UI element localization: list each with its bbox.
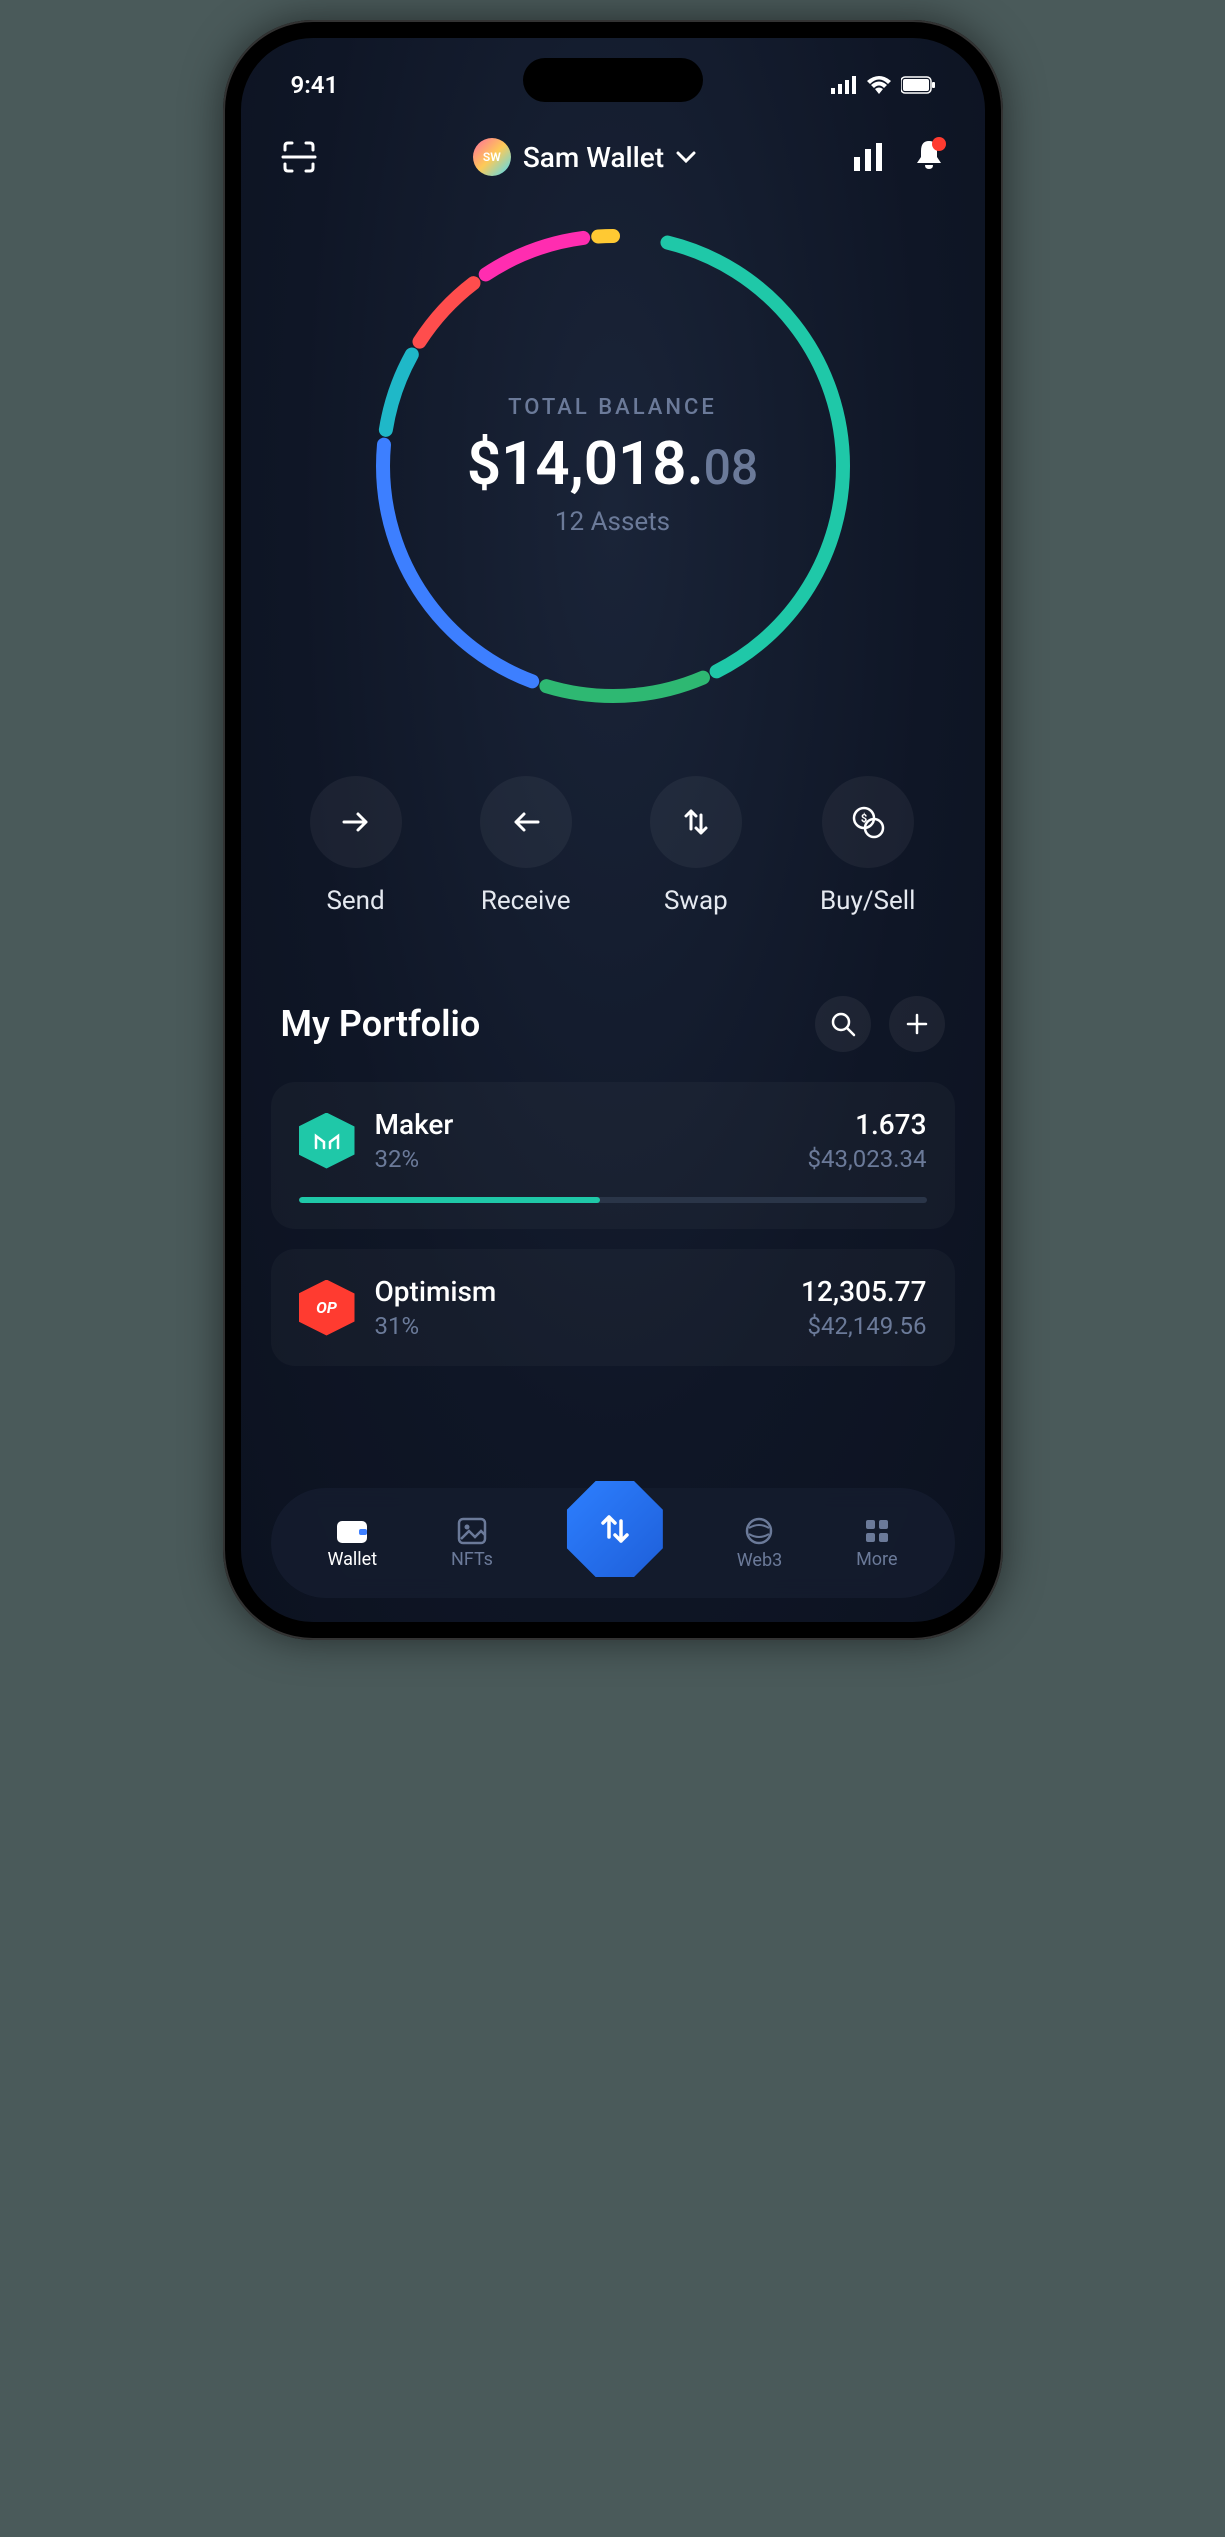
asset-list: Maker 32% 1.673 $43,023.34 OP Optimi [241, 1072, 985, 1376]
balance-amount: $14,018.08 [467, 428, 758, 499]
add-button[interactable] [889, 996, 945, 1052]
plus-icon [905, 1012, 929, 1036]
asset-pct: 31% [375, 1312, 782, 1340]
portfolio-title: My Portfolio [281, 1003, 481, 1045]
chevron-down-icon [676, 151, 696, 163]
asset-card[interactable]: Maker 32% 1.673 $43,023.34 [271, 1082, 955, 1229]
asset-progress [299, 1197, 927, 1203]
asset-card[interactable]: OP Optimism 31% 12,305.77 $42,149.56 [271, 1249, 955, 1366]
asset-name: Optimism [375, 1275, 782, 1308]
arrow-right-icon [340, 810, 372, 834]
status-icons [831, 76, 935, 94]
swap-center-icon [595, 1509, 635, 1549]
wallet-icon [335, 1517, 369, 1545]
chart-icon[interactable] [852, 143, 884, 171]
asset-amount: 12,305.77 [801, 1275, 926, 1308]
status-time: 9:41 [291, 71, 339, 99]
wallet-avatar: SW [473, 138, 511, 176]
assets-count: 12 Assets [467, 507, 758, 537]
asset-name: Maker [375, 1108, 788, 1141]
portfolio-header: My Portfolio [241, 946, 985, 1072]
nav-more[interactable]: More [856, 1517, 897, 1570]
maker-icon [299, 1113, 355, 1169]
bottom-nav: Wallet NFTs Web3 More [271, 1488, 955, 1598]
receive-button[interactable]: Receive [480, 776, 572, 916]
asset-usd: $42,149.56 [801, 1312, 926, 1340]
swap-button[interactable]: Swap [650, 776, 742, 916]
nav-web3[interactable]: Web3 [737, 1516, 782, 1571]
nav-nfts[interactable]: NFTs [451, 1517, 493, 1570]
search-button[interactable] [815, 996, 871, 1052]
asset-pct: 32% [375, 1145, 788, 1173]
phone-frame: 9:41 SW Sam Wallet [223, 20, 1003, 1640]
wifi-icon [867, 76, 891, 94]
screen: 9:41 SW Sam Wallet [241, 38, 985, 1622]
scan-icon[interactable] [281, 139, 317, 175]
balance-label: TOTAL BALANCE [467, 395, 758, 420]
optimism-icon: OP [299, 1280, 355, 1336]
balance-donut: TOTAL BALANCE $14,018.08 12 Assets [241, 196, 985, 726]
dynamic-island [523, 58, 703, 102]
app-header: SW Sam Wallet [241, 108, 985, 196]
send-button[interactable]: Send [310, 776, 402, 916]
search-icon [830, 1011, 856, 1037]
globe-icon [744, 1516, 774, 1546]
wallet-name: Sam Wallet [523, 141, 664, 174]
signal-icon [831, 76, 857, 94]
wallet-selector[interactable]: SW Sam Wallet [473, 138, 696, 176]
buysell-button[interactable]: $ Buy/Sell [820, 776, 915, 916]
arrow-left-icon [510, 810, 542, 834]
grid-icon [863, 1517, 891, 1545]
asset-usd: $43,023.34 [808, 1145, 927, 1173]
coin-icon: $ [851, 805, 885, 839]
nav-center-swap[interactable] [567, 1481, 663, 1577]
battery-icon [901, 76, 935, 94]
notifications-button[interactable] [914, 139, 944, 175]
nav-wallet[interactable]: Wallet [327, 1517, 377, 1570]
asset-amount: 1.673 [808, 1108, 927, 1141]
image-icon [457, 1517, 487, 1545]
action-row: Send Receive Swap $ Buy/Sell [241, 726, 985, 946]
balance-center: TOTAL BALANCE $14,018.08 12 Assets [467, 395, 758, 537]
swap-icon [681, 807, 711, 837]
